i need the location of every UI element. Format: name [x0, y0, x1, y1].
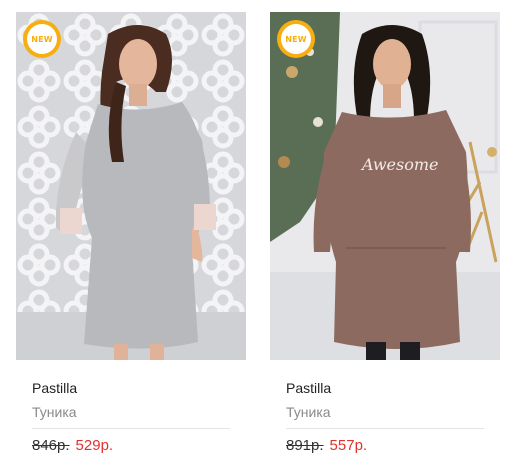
product-type: Туника — [286, 404, 331, 420]
product-image[interactable]: Awesome NEW — [270, 12, 500, 360]
product-grid: NEW Pastilla Туника 846р. 529р. Awesome … — [0, 0, 516, 464]
tunic-print-text: Awesome — [360, 155, 438, 174]
product-brand[interactable]: Pastilla — [286, 380, 331, 396]
product-card[interactable]: Awesome NEW Pastilla Туника 891р. 557р. — [270, 12, 500, 454]
price-block: 891р. 557р. — [286, 437, 367, 454]
new-badge-label: NEW — [27, 24, 57, 54]
woman-in-grey-tunic-image — [16, 12, 246, 360]
sale-price: 557р. — [329, 437, 368, 454]
divider — [286, 428, 484, 429]
price-block: 846р. 529р. — [32, 437, 113, 454]
old-price: 846р. — [32, 437, 70, 454]
woman-in-brown-tunic-image: Awesome — [270, 12, 500, 360]
new-badge: NEW — [23, 20, 61, 58]
new-badge-label: NEW — [281, 24, 311, 54]
divider — [32, 428, 230, 429]
sale-price: 529р. — [75, 437, 114, 454]
product-image[interactable]: NEW — [16, 12, 246, 360]
new-badge: NEW — [277, 20, 315, 58]
product-type: Туника — [32, 404, 77, 420]
old-price: 891р. — [286, 437, 324, 454]
product-brand[interactable]: Pastilla — [32, 380, 77, 396]
product-card[interactable]: NEW Pastilla Туника 846р. 529р. — [16, 12, 246, 454]
